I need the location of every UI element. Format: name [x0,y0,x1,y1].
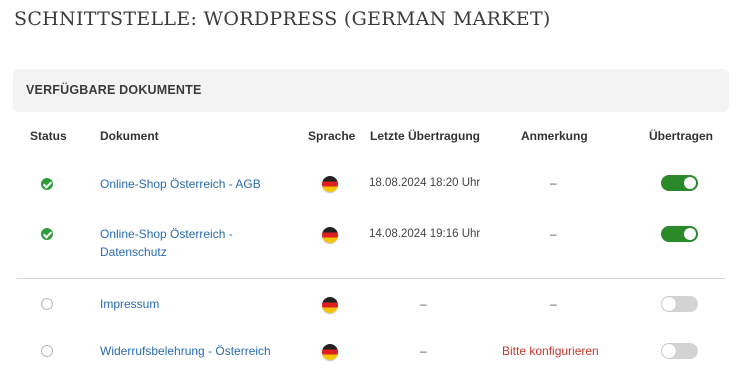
document-link[interactable]: Online-Shop Österreich - Datenschutz [100,225,260,261]
column-header-document: Dokument [100,129,159,143]
german-flag-icon [322,227,338,243]
panel-header: VERFÜGBARE DOKUMENTE [13,69,729,112]
last-transfer-date: – [420,344,427,358]
status-empty-icon [41,298,53,310]
status-check-icon [41,178,53,190]
german-flag-icon [322,176,338,192]
document-link[interactable]: Online-Shop Österreich - AGB [100,175,270,193]
german-flag-icon [322,297,338,313]
column-header-last-transfer: Letzte Übertragung [370,129,481,143]
transfer-toggle[interactable] [661,296,698,312]
note-text: – [550,227,557,241]
transfer-toggle[interactable] [661,175,698,191]
column-header-transfer: Übertragen [649,129,714,143]
group-divider [17,278,725,279]
german-flag-icon [322,344,338,360]
last-transfer-date: 14.08.2024 19:16 Uhr [369,228,481,240]
status-empty-icon [41,345,53,357]
page-title: SCHNITTSTELLE: WORDPRESS (GERMAN MARKET) [14,8,551,30]
note-text: – [550,297,557,311]
note-text: – [550,176,557,190]
column-header-note: Anmerkung [521,129,588,143]
last-transfer-date: – [420,297,427,311]
document-link[interactable]: Widerrufsbelehrung - Österreich [100,342,300,360]
column-header-status: Status [30,129,67,143]
transfer-toggle[interactable] [661,343,698,359]
note-warning-text: Bitte konfigurieren [502,344,599,358]
document-link[interactable]: Impressum [100,295,270,313]
panel-title: VERFÜGBARE DOKUMENTE [26,83,202,97]
status-check-icon [41,228,53,240]
column-header-language: Sprache [308,129,356,143]
transfer-toggle[interactable] [661,226,698,242]
last-transfer-date: 18.08.2024 18:20 Uhr [369,177,481,189]
